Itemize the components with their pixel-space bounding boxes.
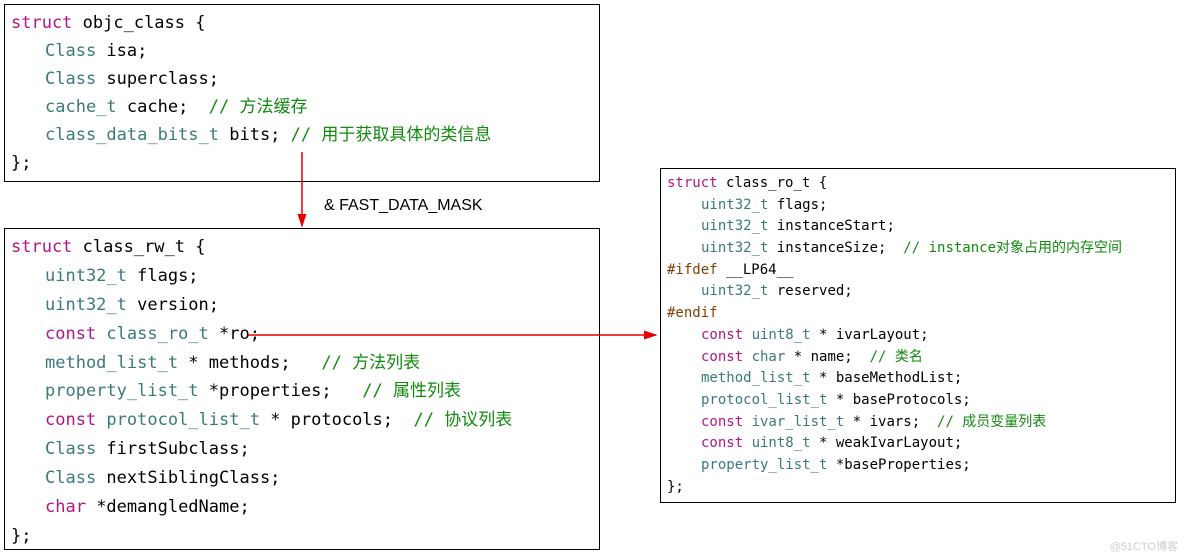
id: firstSubclass; bbox=[96, 439, 250, 459]
ty: uint32_t bbox=[45, 295, 127, 315]
preproc: #ifdef bbox=[667, 262, 718, 278]
id: nextSiblingClass; bbox=[96, 468, 280, 488]
id: instanceSize; bbox=[768, 240, 903, 256]
ty: protocol_list_t bbox=[701, 392, 827, 408]
comment: // 方法缓存 bbox=[209, 97, 308, 117]
id: bits; bbox=[219, 125, 291, 145]
comment: // 方法列表 bbox=[321, 353, 420, 373]
class-rw-t-box: struct class_rw_t { uint32_t flags;uint3… bbox=[4, 228, 600, 550]
comment: // 协议列表 bbox=[413, 410, 512, 430]
ty: class_data_bits_t bbox=[45, 125, 219, 145]
kw: const bbox=[701, 349, 752, 365]
ty: char bbox=[752, 349, 786, 365]
kw: const bbox=[701, 414, 752, 430]
ty: uint32_t bbox=[701, 218, 768, 234]
ty: method_list_t bbox=[45, 353, 178, 373]
watermark: @51CTO博客 bbox=[1110, 538, 1178, 554]
comment: // 成员变量列表 bbox=[937, 414, 1046, 430]
ty: ivar_list_t bbox=[752, 414, 845, 430]
id: }; bbox=[667, 479, 684, 495]
kw-struct: struct bbox=[11, 13, 72, 33]
id: * protocols; bbox=[260, 410, 414, 430]
ty: protocol_list_t bbox=[106, 410, 260, 430]
preproc: #endif bbox=[667, 305, 718, 321]
kw-struct: struct bbox=[11, 237, 72, 257]
ty: uint32_t bbox=[701, 197, 768, 213]
ty: property_list_t bbox=[701, 457, 827, 473]
ty: property_list_t bbox=[45, 381, 199, 401]
id: * methods; bbox=[178, 353, 321, 373]
kw: char bbox=[45, 497, 86, 517]
id: }; bbox=[11, 153, 31, 173]
ty: Class bbox=[45, 41, 96, 61]
id: superclass; bbox=[96, 69, 219, 89]
ty: Class bbox=[45, 468, 96, 488]
id: *demangledName; bbox=[86, 497, 250, 517]
kw-struct: struct bbox=[667, 175, 718, 191]
id: instanceStart; bbox=[768, 218, 894, 234]
ty: uint32_t bbox=[45, 266, 127, 286]
ty: cache_t bbox=[45, 97, 117, 117]
id: *baseProperties; bbox=[827, 457, 970, 473]
id: flags; bbox=[127, 266, 199, 286]
comment: // 类名 bbox=[870, 349, 923, 365]
ty: uint8_t bbox=[752, 327, 811, 343]
ty: Class bbox=[45, 69, 96, 89]
id: reserved; bbox=[768, 283, 852, 299]
comment: // instance对象占用的内存空间 bbox=[903, 240, 1122, 256]
id: version; bbox=[127, 295, 219, 315]
id: * baseMethodList; bbox=[811, 370, 963, 386]
id: * weakIvarLayout; bbox=[811, 435, 963, 451]
kw: const bbox=[45, 324, 106, 344]
id: cache; bbox=[117, 97, 209, 117]
id: *properties; bbox=[199, 381, 363, 401]
comment: // 用于获取具体的类信息 bbox=[291, 125, 492, 145]
comment: // 属性列表 bbox=[362, 381, 461, 401]
id: * baseProtocols; bbox=[827, 392, 970, 408]
id: }; bbox=[11, 526, 31, 546]
kw: const bbox=[45, 410, 106, 430]
ty: uint32_t bbox=[701, 240, 768, 256]
class-ro-t-box: struct class_ro_t { uint32_t flags;uint3… bbox=[660, 168, 1176, 503]
mask-label: & FAST_DATA_MASK bbox=[324, 197, 483, 215]
id: *ro; bbox=[209, 324, 260, 344]
id: * ivarLayout; bbox=[811, 327, 929, 343]
id: class_ro_t { bbox=[718, 175, 828, 191]
id: * ivars; bbox=[844, 414, 937, 430]
ty: class_ro_t bbox=[106, 324, 208, 344]
ty: method_list_t bbox=[701, 370, 811, 386]
id: flags; bbox=[768, 197, 827, 213]
id: objc_class { bbox=[72, 13, 205, 33]
id: * name; bbox=[785, 349, 869, 365]
id: class_rw_t { bbox=[72, 237, 205, 257]
id: __LP64__ bbox=[718, 262, 794, 278]
kw: const bbox=[701, 327, 752, 343]
ty: Class bbox=[45, 439, 96, 459]
ty: uint8_t bbox=[752, 435, 811, 451]
objc-class-box: struct objc_class { Class isa;Class supe… bbox=[4, 4, 600, 182]
ty: uint32_t bbox=[701, 283, 768, 299]
id: isa; bbox=[96, 41, 147, 61]
kw: const bbox=[701, 435, 752, 451]
